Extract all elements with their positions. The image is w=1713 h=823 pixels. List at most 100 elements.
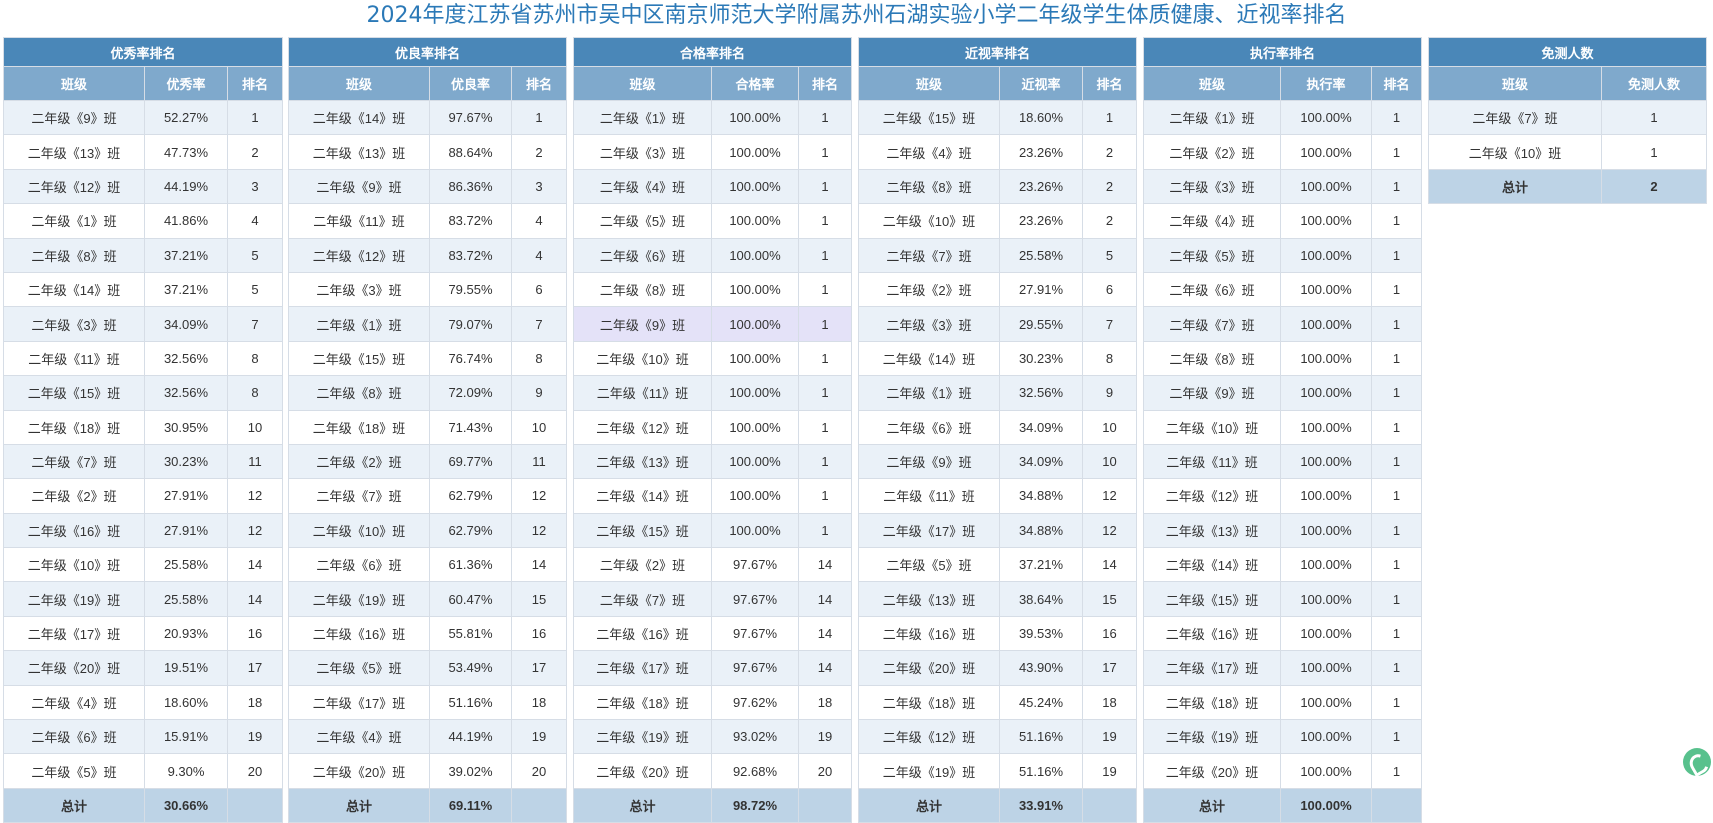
total-cell: 33.91% — [999, 787, 1083, 823]
total-cell — [1081, 787, 1138, 823]
table-cell: 34.09% — [144, 306, 228, 342]
column-header: 班级 — [1143, 66, 1281, 101]
table-cell: 14 — [1081, 547, 1138, 583]
table-row: 二年级《7》班 1 — [1428, 99, 1708, 136]
table-row: 二年级《1》班 41.86% 4 — [3, 203, 284, 239]
total-row: 总计 2 — [1428, 168, 1708, 204]
table-cell: 18 — [226, 684, 284, 721]
table-cell: 二年级《5》班 — [1143, 237, 1281, 273]
table-cell: 1 — [1370, 719, 1423, 755]
table-cell: 二年级《12》班 — [288, 237, 430, 273]
table-cell: 二年级《9》班 — [573, 306, 712, 342]
table-cell: 二年级《16》班 — [1143, 615, 1281, 652]
table-row: 二年级《7》班 62.79% 12 — [288, 478, 568, 514]
table-cell: 二年级《3》班 — [858, 306, 1000, 342]
table-cell: 1 — [1370, 650, 1423, 686]
table-row: 二年级《9》班 86.36% 3 — [288, 168, 568, 205]
green-leaf-icon[interactable] — [1683, 748, 1711, 776]
table-cell: 83.72% — [429, 237, 512, 273]
table-cell: 二年级《19》班 — [573, 719, 712, 755]
table-cell: 100.00% — [711, 306, 799, 342]
table-cell: 100.00% — [711, 203, 799, 239]
table-cell: 二年级《3》班 — [1143, 168, 1281, 205]
table-cell: 100.00% — [1280, 719, 1372, 755]
table-cell: 52.27% — [144, 99, 228, 136]
table-cell: 二年级《1》班 — [858, 375, 1000, 411]
total-cell — [510, 787, 568, 823]
total-row: 总计 30.66% — [3, 787, 284, 823]
table-cell: 60.47% — [429, 581, 512, 617]
table-cell: 二年级《1》班 — [288, 306, 430, 342]
table-row: 二年级《3》班 34.09% 7 — [3, 306, 284, 342]
table-cell: 34.88% — [999, 512, 1083, 549]
table-cell: 97.67% — [711, 581, 799, 617]
table-cell: 100.00% — [711, 237, 799, 273]
table-cell: 30.23% — [144, 443, 228, 480]
column-header: 班级 — [1428, 66, 1602, 101]
table-row: 二年级《2》班 97.67% 14 — [573, 547, 853, 583]
table-cell: 二年级《1》班 — [1143, 99, 1281, 136]
good-rate-panel: 优良率排名 班级 优良率 排名 二年级《14》班 97.67% 1 二年级《13》班 8… — [287, 37, 568, 823]
table-row: 二年级《12》班 83.72% 4 — [288, 237, 568, 273]
table-row: 二年级《8》班 37.21% 5 — [3, 237, 284, 273]
table-cell: 100.00% — [1280, 203, 1372, 239]
table-cell: 二年级《20》班 — [858, 650, 1000, 686]
column-header: 免测人数 — [1600, 66, 1708, 101]
table-row: 二年级《20》班 100.00% 1 — [1143, 753, 1423, 789]
table-cell: 二年级《19》班 — [3, 581, 145, 617]
table-cell: 二年级《11》班 — [3, 340, 145, 377]
table-cell: 1 — [1370, 478, 1423, 514]
table-cell: 14 — [226, 547, 284, 583]
table-cell: 61.36% — [429, 547, 512, 583]
table-row: 二年级《18》班 100.00% 1 — [1143, 684, 1423, 721]
table-cell: 二年级《9》班 — [858, 443, 1000, 480]
table-cell: 1 — [797, 512, 853, 549]
table-cell: 97.62% — [711, 684, 799, 721]
table-cell: 二年级《15》班 — [3, 375, 145, 411]
table-cell: 100.00% — [1280, 684, 1372, 721]
table-cell: 34.09% — [999, 443, 1083, 480]
table-cell: 18 — [1081, 684, 1138, 721]
table-cell: 25.58% — [999, 237, 1083, 273]
table-cell: 32.56% — [144, 375, 228, 411]
total-cell: 总计 — [3, 787, 145, 823]
table-row: 二年级《13》班 47.73% 2 — [3, 134, 284, 170]
table-cell: 二年级《20》班 — [288, 753, 430, 789]
exempt-count-panel: 免测人数 班级 免测人数 二年级《7》班 1 二年级《10》班 1 总计 2 — [1427, 37, 1708, 204]
table-row: 二年级《14》班 97.67% 1 — [288, 99, 568, 136]
table-cell: 1 — [1370, 134, 1423, 170]
table-cell: 二年级《8》班 — [858, 168, 1000, 205]
table-row: 二年级《13》班 38.64% 15 — [858, 581, 1138, 617]
table-row: 二年级《8》班 23.26% 2 — [858, 168, 1138, 205]
table-cell: 二年级《1》班 — [573, 99, 712, 136]
table-row: 二年级《4》班 44.19% 19 — [288, 719, 568, 755]
table-cell: 1 — [1370, 547, 1423, 583]
table-cell: 二年级《10》班 — [288, 512, 430, 549]
table-cell: 1 — [797, 375, 853, 411]
table-cell: 27.91% — [144, 512, 228, 549]
table-cell: 34.88% — [999, 478, 1083, 514]
table-row: 二年级《15》班 76.74% 8 — [288, 340, 568, 377]
table-cell: 100.00% — [1280, 650, 1372, 686]
table-cell: 1 — [1370, 615, 1423, 652]
table-row: 二年级《2》班 27.91% 12 — [3, 478, 284, 514]
table-row: 二年级《4》班 23.26% 2 — [858, 134, 1138, 170]
table-cell: 100.00% — [1280, 443, 1372, 480]
table-cell: 100.00% — [711, 134, 799, 170]
total-cell — [797, 787, 853, 823]
table-cell: 10 — [1081, 443, 1138, 480]
table-cell: 二年级《11》班 — [288, 203, 430, 239]
table-cell: 14 — [797, 650, 853, 686]
table-cell: 47.73% — [144, 134, 228, 170]
table-cell: 二年级《2》班 — [288, 443, 430, 480]
table-row: 二年级《8》班 100.00% 1 — [573, 271, 853, 308]
table-cell: 93.02% — [711, 719, 799, 755]
table-row: 二年级《18》班 97.62% 18 — [573, 684, 853, 721]
table-cell: 71.43% — [429, 409, 512, 445]
table-row: 二年级《7》班 25.58% 5 — [858, 237, 1138, 273]
table-cell: 1 — [1600, 99, 1708, 136]
table-cell: 二年级《8》班 — [573, 271, 712, 308]
table-cell: 二年级《10》班 — [573, 340, 712, 377]
table-cell: 51.16% — [999, 719, 1083, 755]
table-cell: 二年级《13》班 — [573, 443, 712, 480]
